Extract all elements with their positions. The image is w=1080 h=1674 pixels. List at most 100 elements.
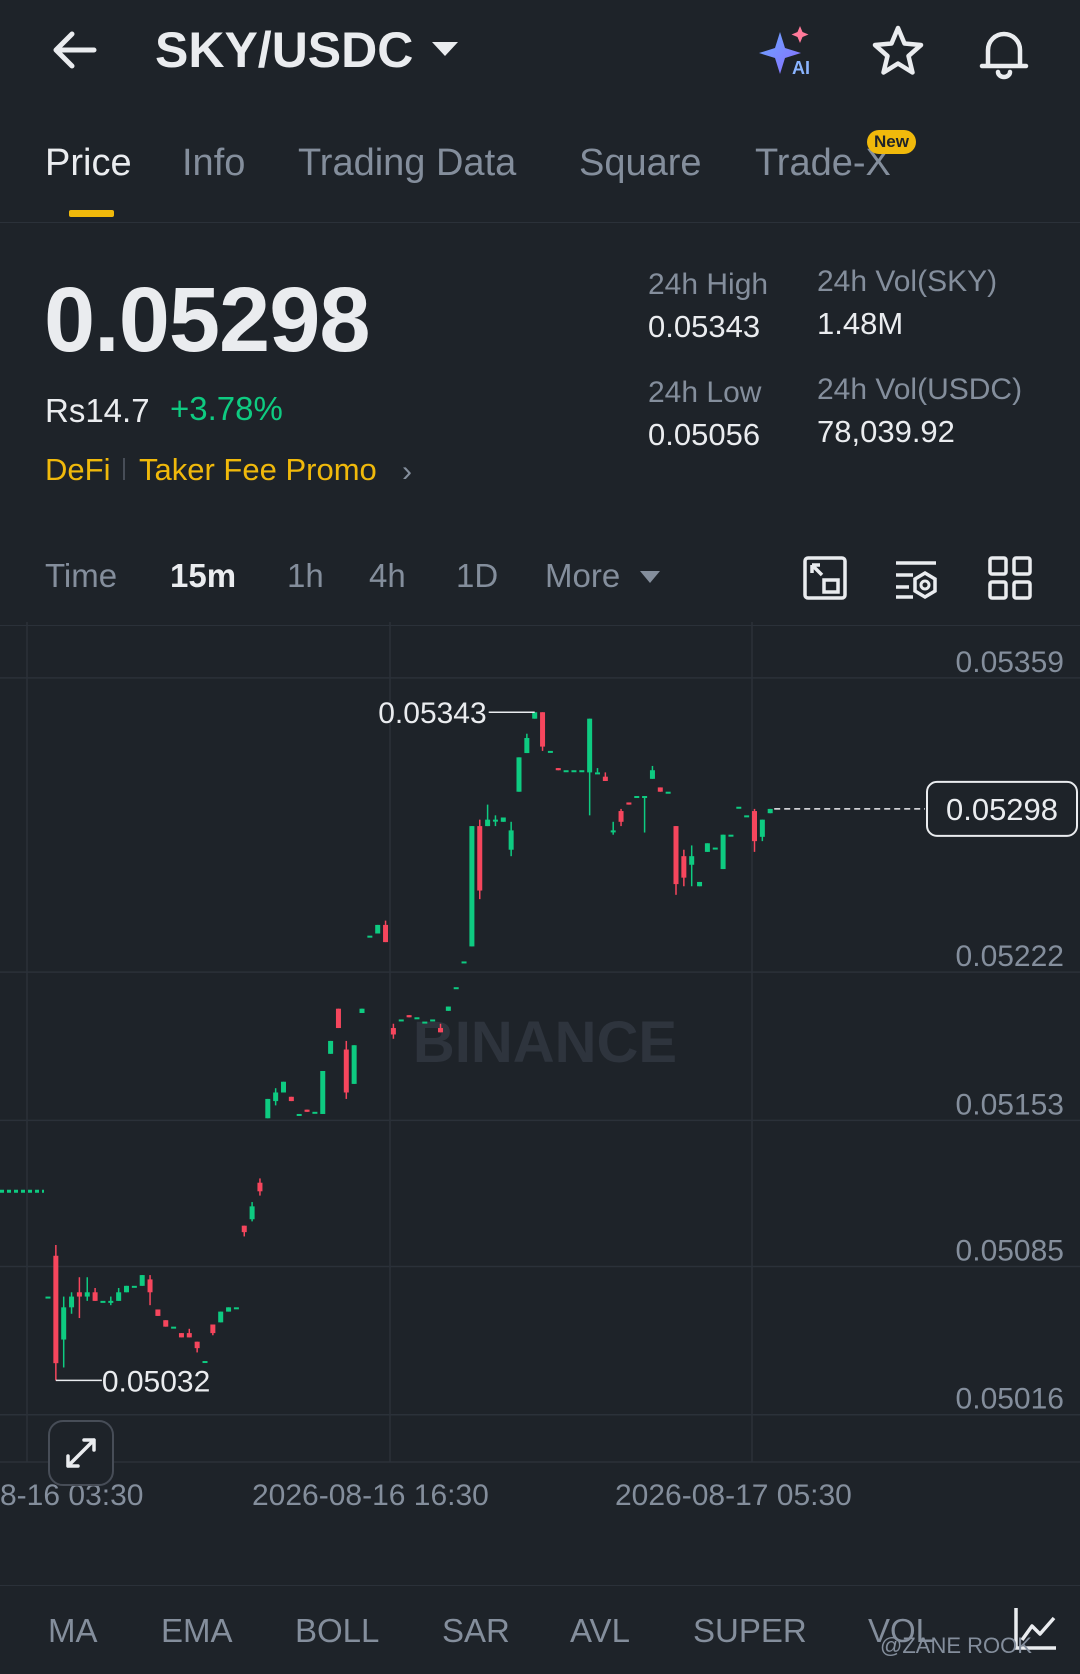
candle-body	[626, 802, 632, 805]
pair-title[interactable]: SKY/USDC	[155, 22, 413, 78]
pair-dropdown-caret-icon[interactable]	[432, 42, 458, 56]
candle	[249, 1202, 255, 1222]
candle	[634, 796, 640, 799]
candle	[226, 1307, 232, 1312]
candle	[461, 961, 467, 964]
back-arrow-icon[interactable]	[48, 22, 104, 78]
x-tick-label: 2026-08-17 05:30	[615, 1479, 852, 1512]
new-badge: New	[867, 130, 916, 154]
more-caret-icon[interactable]	[640, 571, 660, 583]
chart-settings-icon[interactable]	[893, 555, 939, 601]
candle	[257, 1178, 263, 1196]
y-tick-label: 0.05222	[956, 940, 1064, 973]
tab-info[interactable]: Info	[182, 142, 245, 185]
candle-body	[241, 1225, 247, 1233]
vol-quote-label: 24h Vol(USDC)	[817, 373, 1023, 406]
indicator-boll[interactable]: BOLL	[295, 1612, 379, 1650]
tag-defi[interactable]: DeFi	[45, 452, 110, 488]
candle	[610, 821, 616, 835]
candle	[767, 808, 773, 814]
indicator-avl[interactable]: AVL	[570, 1612, 630, 1650]
bell-icon[interactable]	[974, 22, 1034, 82]
candle-body	[218, 1311, 224, 1323]
candle-body	[375, 924, 381, 934]
last-price: 0.05298	[44, 269, 371, 371]
candle	[579, 770, 585, 773]
interval-15m[interactable]: 15m	[170, 557, 236, 595]
candle-body	[579, 770, 585, 773]
binance-watermark: BINANCE	[413, 1010, 677, 1075]
tab-trading-data[interactable]: Trading Data	[298, 142, 516, 185]
candle	[532, 712, 538, 719]
candle	[744, 815, 750, 818]
candle	[186, 1328, 192, 1338]
candle-body	[335, 1008, 341, 1029]
candle	[642, 796, 648, 833]
star-icon[interactable]	[868, 22, 928, 82]
y-tick-label: 0.05359	[956, 646, 1064, 679]
candle-body	[92, 1292, 98, 1301]
candle-body	[485, 819, 491, 827]
candle-body	[328, 1040, 334, 1054]
candle-body	[571, 770, 577, 773]
candle	[406, 1015, 412, 1018]
candle-body	[430, 1019, 436, 1022]
candle-body	[312, 1111, 318, 1114]
candle	[728, 834, 734, 837]
last-price-label: 0.05298	[946, 792, 1058, 827]
fiat-price: Rs14.7	[45, 392, 150, 429]
candle-body	[477, 826, 483, 891]
active-tab-indicator	[69, 210, 114, 217]
indicator-sar[interactable]: SAR	[442, 1612, 510, 1650]
candle	[218, 1311, 224, 1323]
interval-4h[interactable]: 4h	[369, 557, 406, 595]
candle-body	[383, 924, 389, 943]
chart-switch-icon[interactable]	[802, 555, 848, 601]
candle	[697, 881, 703, 887]
candle-body	[265, 1098, 271, 1119]
candle	[155, 1309, 161, 1316]
interval-1h[interactable]: 1h	[287, 557, 324, 595]
candle	[563, 770, 569, 773]
candle-body	[414, 1017, 420, 1020]
interval-bar: Time 15m 1h 4h 1D More	[0, 545, 1080, 626]
candle-body	[422, 1021, 428, 1024]
candle	[147, 1275, 153, 1306]
fullscreen-expand-icon[interactable]	[48, 1420, 114, 1486]
indicator-ema[interactable]: EMA	[161, 1612, 233, 1650]
indicator-bar: MA EMA BOLL SAR AVL SUPER VOL	[0, 1585, 1080, 1674]
high-marker-label: 0.05343	[378, 697, 486, 730]
candle	[335, 1008, 341, 1029]
candle	[485, 804, 491, 827]
candle	[712, 847, 718, 850]
tab-square[interactable]: Square	[579, 142, 702, 185]
ai-sparkle-icon[interactable]: AI	[758, 22, 818, 82]
interval-more[interactable]: More	[545, 557, 620, 595]
tag-taker-fee-promo[interactable]: Taker Fee Promo	[139, 452, 377, 488]
grid-layout-icon[interactable]	[987, 555, 1033, 601]
indicator-super[interactable]: SUPER	[693, 1612, 807, 1650]
candle-body	[147, 1279, 153, 1293]
candle	[108, 1296, 114, 1306]
candle	[84, 1277, 90, 1301]
price-axis: 0.05359 0.05222 0.05153 0.05085 0.05016	[956, 646, 1064, 1416]
candle	[390, 1023, 396, 1039]
tab-price[interactable]: Price	[45, 142, 132, 185]
candle-body	[516, 757, 522, 792]
candle	[547, 750, 553, 753]
candle	[422, 1021, 428, 1024]
candle	[288, 1096, 294, 1102]
interval-time[interactable]: Time	[45, 557, 117, 595]
vol-quote-value: 78,039.92	[817, 414, 955, 449]
candle	[359, 1008, 365, 1013]
indicator-ma[interactable]: MA	[48, 1612, 98, 1650]
candle-body	[610, 830, 616, 833]
candle-body	[249, 1206, 255, 1220]
candle-body	[281, 1081, 286, 1093]
candle-body	[744, 815, 750, 818]
candlestick-chart[interactable]: BINANCE 0.053590.052220.051530.050850.05…	[0, 622, 1080, 1532]
chevron-right-icon[interactable]: ›	[402, 455, 412, 489]
candle-body	[367, 935, 373, 938]
interval-1d[interactable]: 1D	[456, 557, 498, 595]
candle	[194, 1341, 200, 1353]
